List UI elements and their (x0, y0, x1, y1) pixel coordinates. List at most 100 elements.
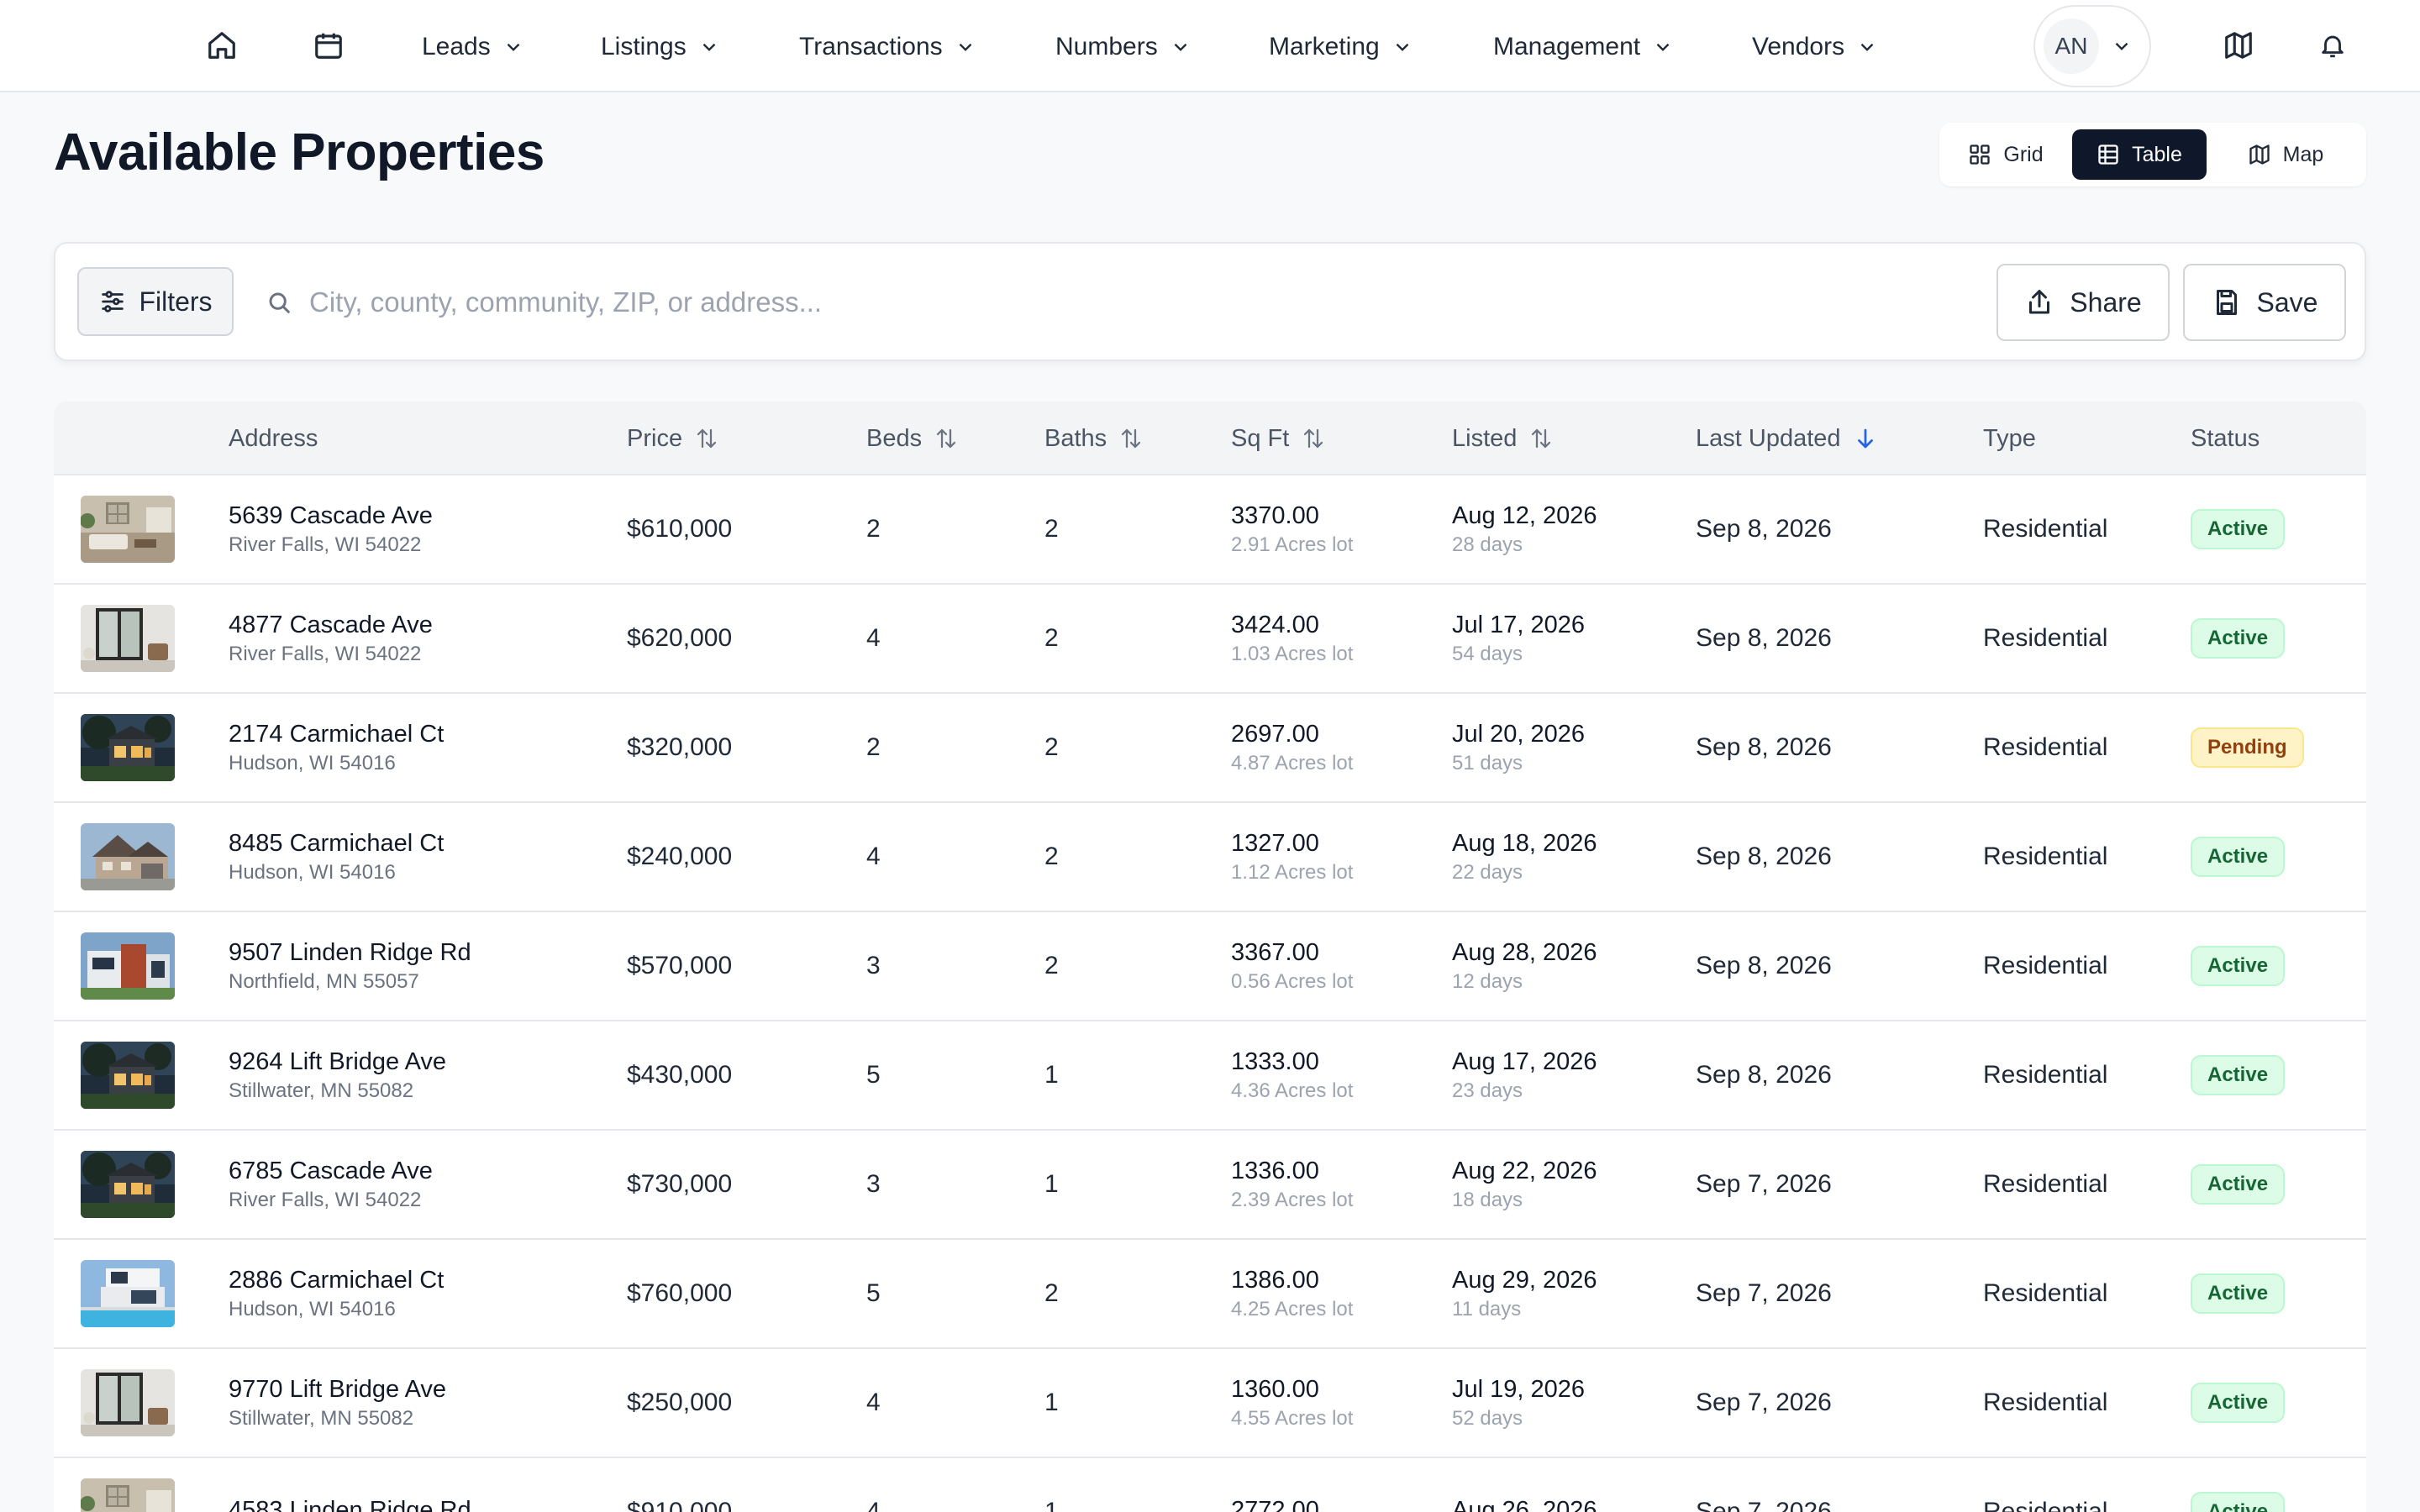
nav-vendors[interactable]: Vendors (1752, 25, 1878, 69)
street-address[interactable]: 6785 Cascade Ave (229, 1158, 433, 1185)
street-address[interactable]: 4583 Linden Ridge Rd (229, 1497, 471, 1512)
city-state-zip: Hudson, WI 54016 (229, 1297, 396, 1320)
days-on-market: 18 days (1452, 1188, 1523, 1211)
property-type: Residential (1983, 1170, 2108, 1198)
listed-date: Aug 17, 2026 (1452, 1047, 1597, 1075)
last-updated-value: Sep 8, 2026 (1696, 952, 1832, 979)
table-row[interactable]: 5639 Cascade Ave River Falls, WI 54022 $61… (54, 475, 2366, 585)
sqft-value: 1333.00 (1231, 1047, 1319, 1075)
column-listed[interactable]: Listed (1452, 402, 1554, 475)
table-row[interactable]: 4583 Linden Ridge Rd $910,000 4 1 2772.00 Aug… (54, 1458, 2366, 1512)
chevron-down-icon (507, 43, 520, 51)
property-photo[interactable] (81, 605, 175, 672)
grid-icon (1970, 144, 1991, 165)
map-button[interactable] (2217, 24, 2260, 67)
beds-value: 5 (866, 1061, 881, 1089)
listed-date: Aug 18, 2026 (1452, 829, 1597, 857)
table-row[interactable]: 9264 Lift Bridge Ave Stillwater, MN 55082… (54, 1021, 2366, 1131)
table-row[interactable]: 9770 Lift Bridge Ave Stillwater, MN 55082… (54, 1349, 2366, 1458)
street-address[interactable]: 4877 Cascade Ave (229, 612, 433, 639)
updated-cell: Sep 7, 2026 (1696, 1349, 1832, 1457)
column-address: Address (229, 402, 318, 475)
status-badge: Active (2191, 1164, 2286, 1205)
calendar-button[interactable] (307, 24, 350, 67)
home-button[interactable] (200, 24, 244, 67)
property-photo[interactable] (81, 1260, 175, 1327)
street-address[interactable]: 9507 Linden Ridge Rd (229, 939, 471, 967)
property-photo[interactable] (81, 714, 175, 781)
table-row[interactable]: 4877 Cascade Ave River Falls, WI 54022 $62… (54, 585, 2366, 694)
street-address[interactable]: 9264 Lift Bridge Ave (229, 1048, 446, 1076)
property-photo[interactable] (81, 823, 175, 890)
status-badge: Active (2191, 618, 2286, 659)
save-button[interactable]: Save (2183, 264, 2346, 341)
column-last-updated[interactable]: Last Updated (1696, 402, 1878, 475)
type-cell: Residential (1983, 912, 2107, 1020)
property-photo[interactable] (81, 1042, 175, 1109)
street-address[interactable]: 5639 Cascade Ave (229, 502, 433, 530)
lot-size: 2.39 Acres lot (1231, 1188, 1354, 1211)
updated-cell: Sep 8, 2026 (1696, 912, 1832, 1020)
property-photo[interactable] (81, 1369, 175, 1436)
baths-cell: 2 (1044, 694, 1059, 801)
sqft-value: 1360.00 (1231, 1375, 1319, 1403)
nav-listings[interactable]: Listings (601, 25, 720, 69)
nav-transactions[interactable]: Transactions (799, 25, 976, 69)
chevron-down-icon (1860, 43, 1874, 51)
table-row[interactable]: 8485 Carmichael Ct Hudson, WI 54016 $240,0… (54, 803, 2366, 912)
view-map-button[interactable]: Map (2212, 129, 2360, 180)
chevron-down-icon (702, 43, 716, 51)
beds-cell: 2 (866, 694, 881, 801)
account-menu[interactable]: AN (2033, 5, 2151, 87)
last-updated-value: Sep 7, 2026 (1696, 1170, 1832, 1198)
property-photo[interactable] (81, 932, 175, 1000)
nav-management[interactable]: Management (1493, 25, 1674, 69)
city-state-zip: Hudson, WI 54016 (229, 860, 396, 884)
notifications-button[interactable] (2311, 24, 2354, 67)
property-photo[interactable] (81, 1478, 175, 1512)
property-photo[interactable] (81, 1151, 175, 1218)
table-header: Address Price Beds Baths Sq Ft Listed La… (54, 402, 2366, 475)
price-cell: $610,000 (627, 475, 732, 583)
view-table-button[interactable]: Table (2072, 129, 2207, 180)
type-cell: Residential (1983, 1021, 2107, 1129)
table-row[interactable]: 2886 Carmichael Ct Hudson, WI 54016 $760,0… (54, 1240, 2366, 1349)
city-state-zip: Stillwater, MN 55082 (229, 1079, 414, 1102)
baths-cell: 1 (1044, 1021, 1059, 1129)
share-button[interactable]: Share (1996, 264, 2170, 341)
property-photo[interactable] (81, 496, 175, 563)
column-baths[interactable]: Baths (1044, 402, 1144, 475)
table-row[interactable]: 6785 Cascade Ave River Falls, WI 54022 $73… (54, 1131, 2366, 1240)
address-cell: 9507 Linden Ridge Rd Northfield, MN 55057 (229, 912, 471, 1020)
street-address[interactable]: 2886 Carmichael Ct (229, 1267, 444, 1294)
address-cell: 2886 Carmichael Ct Hudson, WI 54016 (229, 1240, 444, 1347)
nav-marketing[interactable]: Marketing (1269, 25, 1413, 69)
column-beds[interactable]: Beds (866, 402, 959, 475)
updated-cell: Sep 7, 2026 (1696, 1131, 1832, 1238)
baths-value: 2 (1044, 1279, 1059, 1307)
column-sqft[interactable]: Sq Ft (1231, 402, 1326, 475)
properties-table: Address Price Beds Baths Sq Ft Listed La… (54, 402, 2366, 1512)
listed-cell: Jul 20, 2026 51 days (1452, 694, 1585, 801)
address-cell: 8485 Carmichael Ct Hudson, WI 54016 (229, 803, 444, 911)
nav-numbers[interactable]: Numbers (1055, 25, 1192, 69)
address-cell: 2174 Carmichael Ct Hudson, WI 54016 (229, 694, 444, 801)
type-cell: Residential (1983, 1349, 2107, 1457)
price-value: $240,000 (627, 843, 733, 870)
view-grid-button[interactable]: Grid (1944, 129, 2067, 180)
table-row[interactable]: 2174 Carmichael Ct Hudson, WI 54016 $320,0… (54, 694, 2366, 803)
nav-marketing-label: Marketing (1269, 33, 1380, 60)
street-address[interactable]: 2174 Carmichael Ct (229, 721, 444, 748)
street-address[interactable]: 9770 Lift Bridge Ave (229, 1376, 446, 1404)
property-type: Residential (1983, 515, 2108, 543)
sliders-icon (102, 291, 124, 312)
type-cell: Residential (1983, 585, 2107, 692)
nav-leads[interactable]: Leads (422, 25, 524, 69)
search-input[interactable] (308, 286, 1823, 319)
filters-button[interactable]: Filters (77, 267, 234, 336)
status-badge: Active (2191, 837, 2286, 877)
table-row[interactable]: 9507 Linden Ridge Rd Northfield, MN 55057… (54, 912, 2366, 1021)
street-address[interactable]: 8485 Carmichael Ct (229, 830, 444, 858)
column-price[interactable]: Price (627, 402, 719, 475)
map-icon (2225, 32, 2252, 59)
